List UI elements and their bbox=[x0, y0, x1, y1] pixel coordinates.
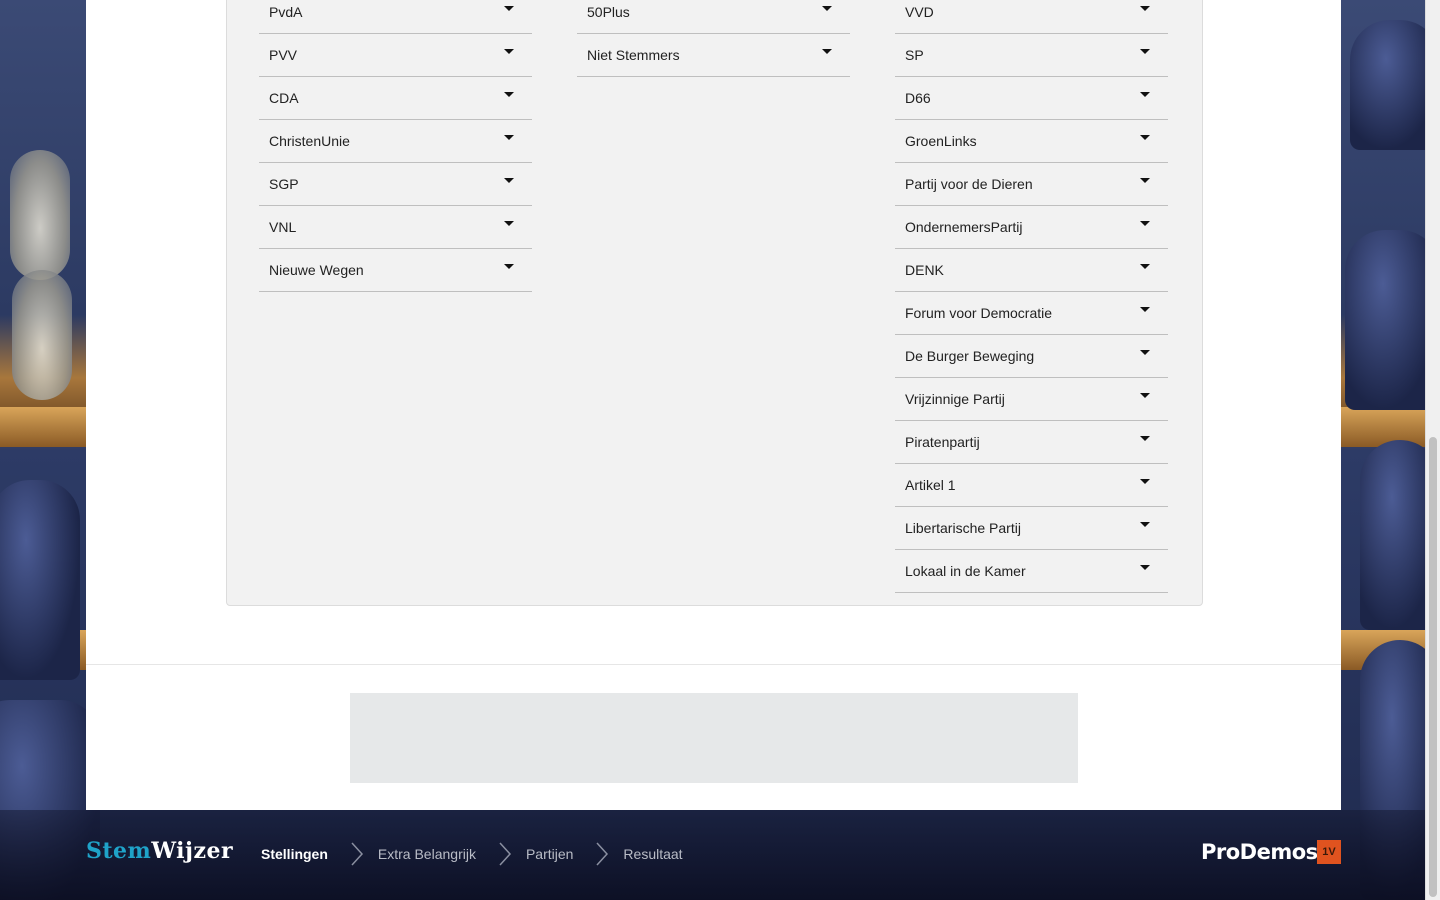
caret-down-icon[interactable] bbox=[504, 6, 514, 11]
party-row[interactable]: Piratenpartij bbox=[895, 421, 1168, 464]
chevron-right-icon bbox=[351, 842, 363, 866]
party-name: D66 bbox=[905, 90, 931, 106]
step-resultaat[interactable]: Resultaat bbox=[623, 846, 682, 862]
party-name: VNL bbox=[269, 219, 297, 235]
party-name: VVD bbox=[905, 4, 934, 20]
caret-down-icon[interactable] bbox=[504, 221, 514, 226]
party-name: SP bbox=[905, 47, 924, 63]
badge-1v[interactable]: 1V bbox=[1317, 840, 1341, 864]
party-name: DENK bbox=[905, 262, 944, 278]
party-name: Lokaal in de Kamer bbox=[905, 563, 1026, 579]
party-name: PVV bbox=[269, 47, 298, 63]
footer-bar: StemWijzer Stellingen Extra Belangrijk P… bbox=[0, 810, 1440, 900]
crest-emblem bbox=[10, 150, 70, 280]
party-name: Artikel 1 bbox=[905, 477, 956, 493]
party-list-panel: PvdA PVV CDA ChristenUnie SGP VNL Nieuwe Wegen… bbox=[226, 0, 1203, 606]
party-row[interactable]: SGP bbox=[259, 163, 532, 206]
caret-down-icon[interactable] bbox=[1140, 264, 1150, 269]
section-divider bbox=[86, 664, 1341, 665]
party-row[interactable]: VVD bbox=[895, 0, 1168, 34]
party-row[interactable]: VNL bbox=[259, 206, 532, 249]
party-name: Nieuwe Wegen bbox=[269, 262, 364, 278]
step-stellingen[interactable]: Stellingen bbox=[261, 846, 328, 862]
party-row[interactable]: Vrijzinnige Partij bbox=[895, 378, 1168, 421]
party-row[interactable]: D66 bbox=[895, 77, 1168, 120]
party-row[interactable]: GroenLinks bbox=[895, 120, 1168, 163]
party-name: SGP bbox=[269, 176, 299, 192]
scrollbar[interactable] bbox=[1425, 0, 1440, 900]
logo-wijzer: Wijzer bbox=[151, 838, 234, 864]
caret-down-icon[interactable] bbox=[1140, 479, 1150, 484]
caret-down-icon[interactable] bbox=[822, 6, 832, 11]
chevron-right-icon bbox=[499, 842, 511, 866]
caret-down-icon[interactable] bbox=[504, 135, 514, 140]
party-name: 50Plus bbox=[587, 4, 630, 20]
caret-down-icon[interactable] bbox=[1140, 135, 1150, 140]
party-row[interactable]: OndernemersPartij bbox=[895, 206, 1168, 249]
caret-down-icon[interactable] bbox=[1140, 565, 1150, 570]
party-column-3: VVD SP D66 GroenLinks Partij voor de Dieren O… bbox=[895, 0, 1168, 593]
party-row[interactable]: Niet Stemmers bbox=[577, 34, 850, 77]
advertisement-placeholder bbox=[350, 693, 1078, 783]
logo-stem: Stem bbox=[86, 838, 152, 864]
party-row[interactable]: Libertarische Partij bbox=[895, 507, 1168, 550]
party-row[interactable]: SP bbox=[895, 34, 1168, 77]
party-name: Vrijzinnige Partij bbox=[905, 391, 1005, 407]
party-name: Partij voor de Dieren bbox=[905, 176, 1033, 192]
party-row[interactable]: Nieuwe Wegen bbox=[259, 249, 532, 292]
party-row[interactable]: Lokaal in de Kamer bbox=[895, 550, 1168, 593]
caret-down-icon[interactable] bbox=[504, 264, 514, 269]
party-row[interactable]: 50Plus bbox=[577, 0, 850, 34]
caret-down-icon[interactable] bbox=[504, 92, 514, 97]
caret-down-icon[interactable] bbox=[1140, 436, 1150, 441]
caret-down-icon[interactable] bbox=[1140, 6, 1150, 11]
party-name: Forum voor Democratie bbox=[905, 305, 1053, 321]
scrollbar-thumb[interactable] bbox=[1429, 437, 1437, 897]
party-row[interactable]: Forum voor Democratie bbox=[895, 292, 1168, 335]
caret-down-icon[interactable] bbox=[504, 178, 514, 183]
party-name: De Burger Beweging bbox=[905, 348, 1035, 364]
caret-down-icon[interactable] bbox=[1140, 221, 1150, 226]
crest-emblem bbox=[12, 270, 72, 400]
party-name: Libertarische Partij bbox=[905, 520, 1021, 536]
party-row[interactable]: Partij voor de Dieren bbox=[895, 163, 1168, 206]
party-name: CDA bbox=[269, 90, 299, 106]
caret-down-icon[interactable] bbox=[1140, 307, 1150, 312]
party-name: PvdA bbox=[269, 4, 303, 20]
party-column-1: PvdA PVV CDA ChristenUnie SGP VNL Nieuwe Wegen bbox=[259, 0, 532, 292]
caret-down-icon[interactable] bbox=[822, 49, 832, 54]
caret-down-icon[interactable] bbox=[1140, 350, 1150, 355]
party-column-2: 50Plus Niet Stemmers bbox=[577, 0, 850, 77]
party-row[interactable]: De Burger Beweging bbox=[895, 335, 1168, 378]
stemwijzer-logo[interactable]: StemWijzer bbox=[86, 838, 233, 864]
main-panel: PvdA PVV CDA ChristenUnie SGP VNL Nieuwe Wegen… bbox=[86, 0, 1341, 810]
party-name: ChristenUnie bbox=[269, 133, 350, 149]
progress-steps: Stellingen Extra Belangrijk Partijen Res… bbox=[261, 842, 683, 866]
caret-down-icon[interactable] bbox=[1140, 92, 1150, 97]
party-row[interactable]: DENK bbox=[895, 249, 1168, 292]
caret-down-icon[interactable] bbox=[1140, 522, 1150, 527]
party-row[interactable]: ChristenUnie bbox=[259, 120, 532, 163]
caret-down-icon[interactable] bbox=[504, 49, 514, 54]
party-name: OndernemersPartij bbox=[905, 219, 1023, 235]
caret-down-icon[interactable] bbox=[1140, 49, 1150, 54]
chevron-right-icon bbox=[596, 842, 609, 866]
chair bbox=[0, 480, 80, 680]
step-partijen[interactable]: Partijen bbox=[526, 846, 573, 862]
caret-down-icon[interactable] bbox=[1140, 178, 1150, 183]
party-name: GroenLinks bbox=[905, 133, 977, 149]
party-row[interactable]: CDA bbox=[259, 77, 532, 120]
party-name: Niet Stemmers bbox=[587, 47, 680, 63]
caret-down-icon[interactable] bbox=[1140, 393, 1150, 398]
party-row[interactable]: PvdA bbox=[259, 0, 532, 34]
prodemos-logo[interactable]: ProDemos bbox=[1201, 840, 1318, 864]
party-row[interactable]: Artikel 1 bbox=[895, 464, 1168, 507]
party-name: Piratenpartij bbox=[905, 434, 980, 450]
party-row[interactable]: PVV bbox=[259, 34, 532, 77]
step-extra-belangrijk[interactable]: Extra Belangrijk bbox=[378, 846, 476, 862]
